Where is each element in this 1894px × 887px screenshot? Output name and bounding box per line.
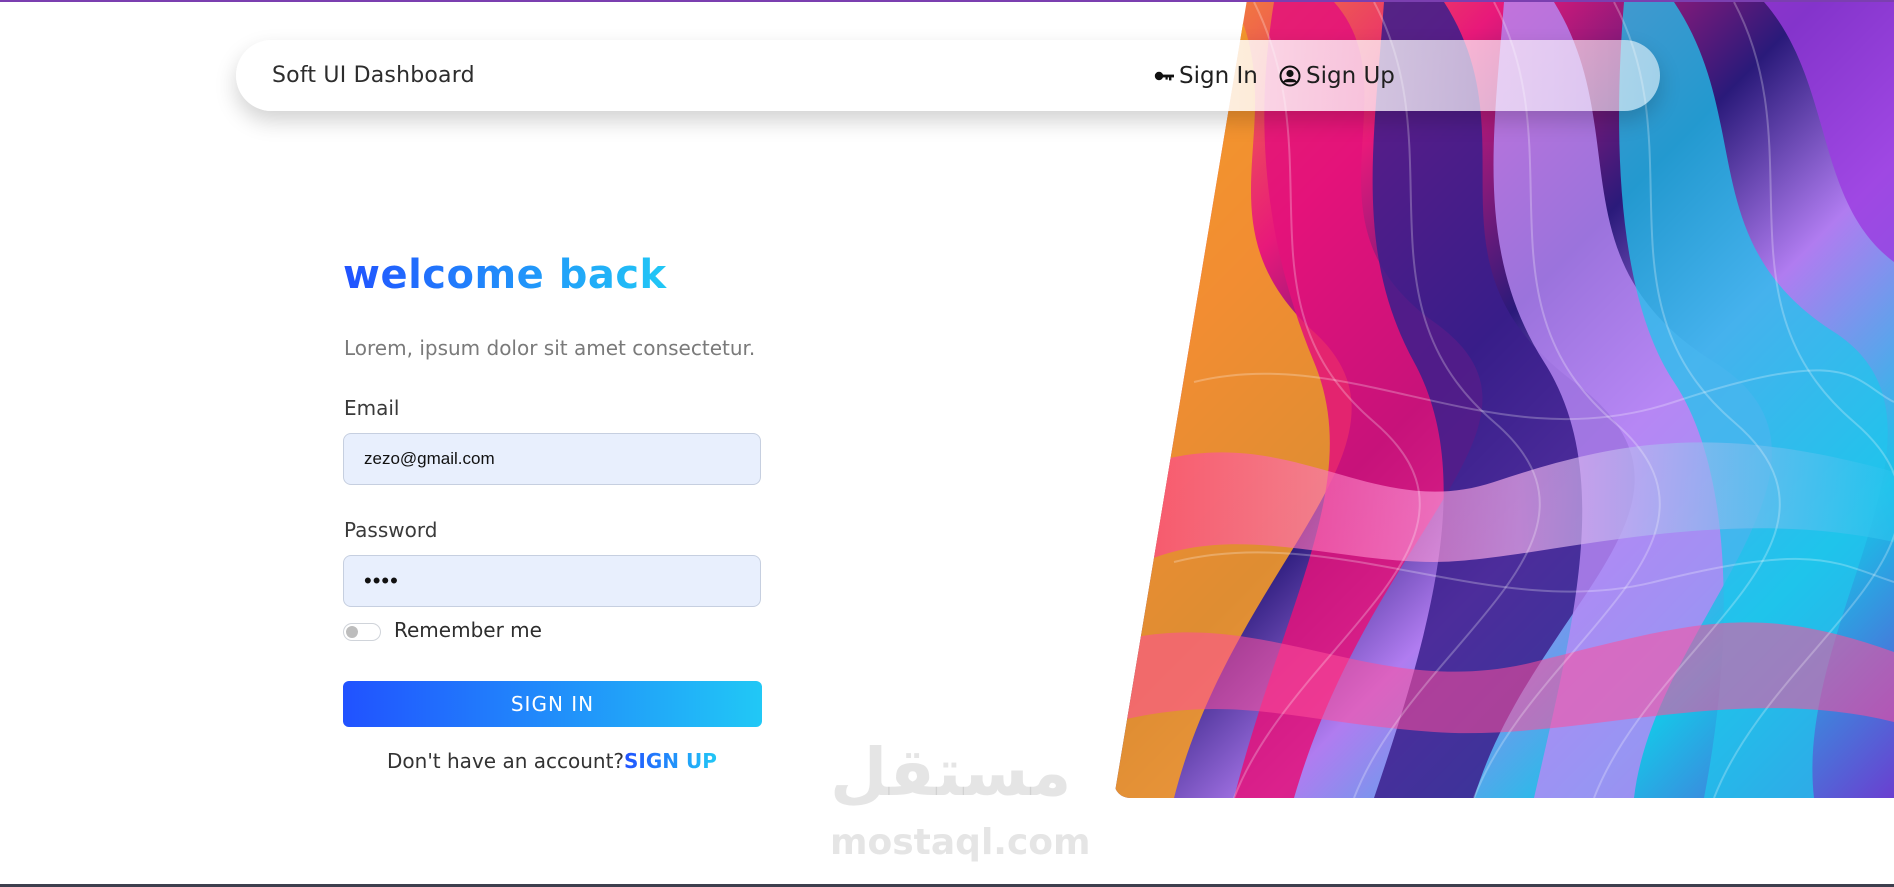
nav-signin-link[interactable]: Sign In	[1154, 40, 1258, 111]
page-subtitle: Lorem, ipsum dolor sit amet consectetur.	[344, 336, 756, 360]
sign-in-button[interactable]: SIGN IN	[343, 681, 762, 727]
signup-prompt: Don't have an account?SIGN UP	[387, 749, 717, 773]
nav-signup-label: Sign Up	[1306, 62, 1395, 89]
watermark-arabic: مستقل	[830, 734, 1072, 811]
password-field[interactable]	[343, 555, 761, 607]
nav-signup-link[interactable]: Sign Up	[1279, 40, 1395, 111]
abstract-art-image	[1114, 2, 1894, 798]
key-icon	[1154, 70, 1174, 82]
page-title: welcome back	[343, 252, 667, 298]
user-circle-icon	[1279, 65, 1301, 87]
top-accent-line	[0, 0, 1894, 2]
signup-link[interactable]: SIGN UP	[624, 749, 717, 773]
nav-signin-label: Sign In	[1179, 62, 1258, 89]
remember-me-toggle[interactable]	[343, 623, 381, 641]
email-field[interactable]	[343, 433, 761, 485]
signup-prompt-text: Don't have an account?	[387, 749, 625, 773]
watermark-domain: mostaql.com	[830, 822, 1091, 863]
email-label: Email	[344, 396, 400, 420]
brand-name[interactable]: Soft UI Dashboard	[272, 40, 475, 111]
toggle-knob	[346, 626, 358, 638]
remember-me-label[interactable]: Remember me	[394, 618, 542, 642]
password-label: Password	[344, 518, 438, 542]
top-navbar: Soft UI Dashboard Sign In Sign Up	[236, 40, 1660, 111]
